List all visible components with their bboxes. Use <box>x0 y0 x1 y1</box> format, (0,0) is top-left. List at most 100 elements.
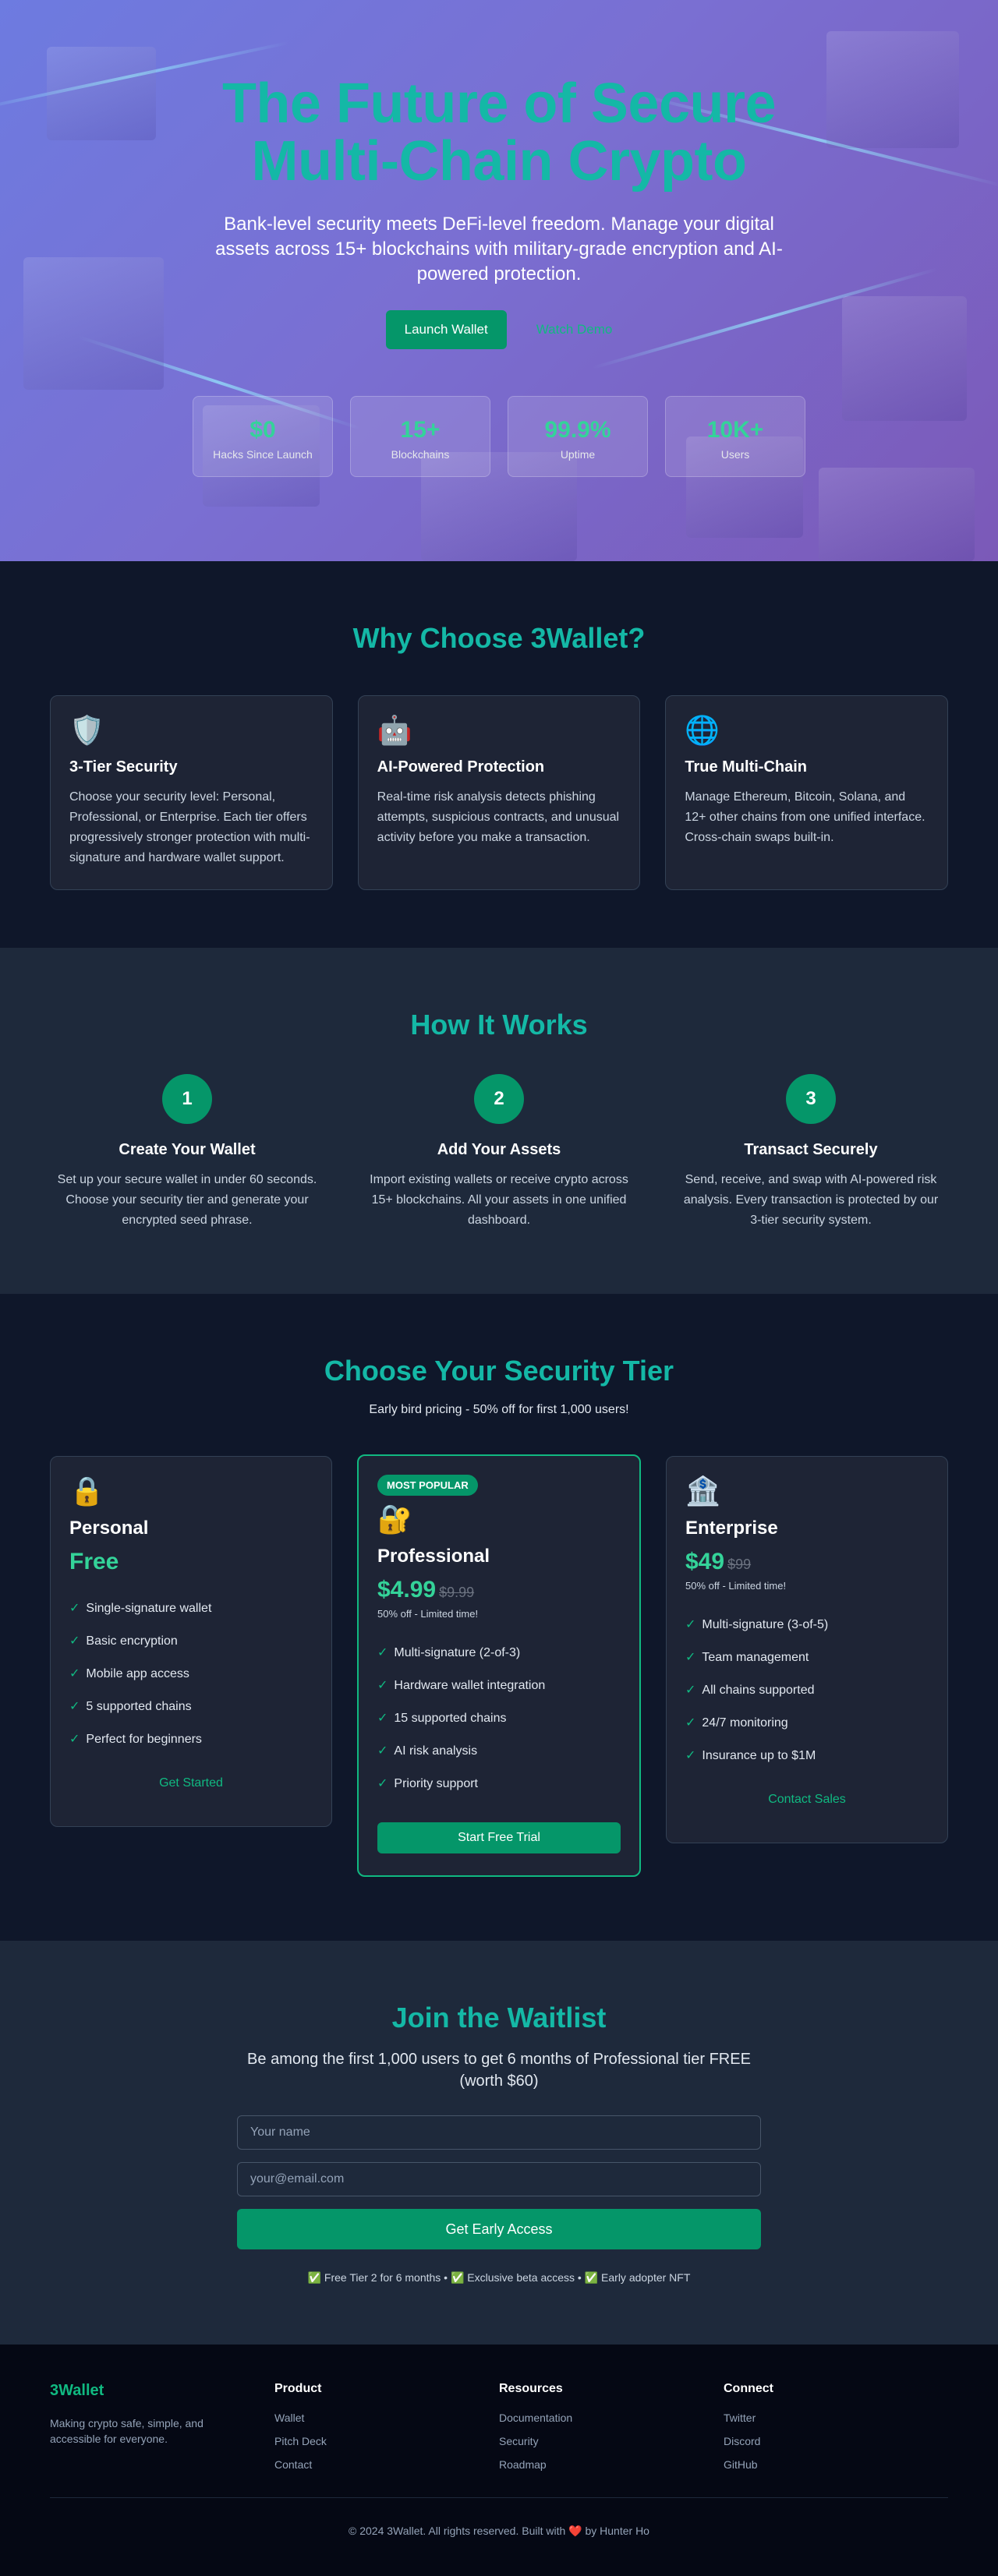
plan-feature: ✓ Team management <box>685 1651 809 1664</box>
watch-demo-link[interactable]: Watch Demo <box>536 322 613 337</box>
check-icon: ✓ <box>377 1777 388 1790</box>
old-price: $99 <box>727 1557 752 1572</box>
lock-icon: 🔒 <box>69 1475 104 1507</box>
feature-title: 3-Tier Security <box>69 758 178 776</box>
email-input[interactable] <box>237 2162 761 2196</box>
plan-card-personal: 🔒 Personal Free ✓ Single-signature wallet… <box>50 1456 332 1827</box>
check-icon: ✓ <box>69 1733 80 1746</box>
plan-discount: 50% off - Limited time! <box>377 1608 479 1620</box>
hero-subtitle: Bank-level security meets DeFi-level fre… <box>215 214 783 284</box>
plan-features: ✓ Single-signature wallet ✓ Basic encrypti… <box>69 1592 313 1756</box>
plan-feature: ✓ Multi-signature (3-of-5) <box>685 1618 829 1631</box>
plan-feature: ✓ Multi-signature (2-of-3) <box>377 1646 521 1659</box>
footer-link-documentation[interactable]: Documentation <box>499 2412 724 2424</box>
step-number: 3 <box>786 1074 836 1124</box>
globe-icon: 🌐 <box>685 714 720 746</box>
stat-value: 15+ <box>400 417 441 443</box>
step-text: Send, receive, and swap with AI-powered … <box>683 1173 939 1227</box>
footer-column-title: Resources <box>499 2382 563 2395</box>
shield-icon: 🛡️ <box>69 714 104 746</box>
contact-sales-link[interactable]: Contact Sales <box>685 1793 929 1807</box>
plan-feature: ✓ Perfect for beginners <box>69 1733 202 1746</box>
plan-price: $49 $99 <box>685 1549 752 1574</box>
bank-icon: 🏦 <box>685 1475 720 1507</box>
plan-feature: ✓ 15 supported chains <box>377 1712 507 1725</box>
footer-link-contact[interactable]: Contact <box>274 2458 499 2471</box>
get-early-access-button[interactable]: Get Early Access <box>237 2209 761 2249</box>
plan-features: ✓ Multi-signature (3-of-5) ✓ Team manageme… <box>685 1609 929 1772</box>
footer-column-resources: Resources Documentation Security Roadmap <box>499 2382 724 2471</box>
stat-label: Blockchains <box>391 448 450 461</box>
robot-icon: 🤖 <box>377 714 412 746</box>
plan-discount: 50% off - Limited time! <box>685 1580 787 1592</box>
get-started-link[interactable]: Get Started <box>69 1776 313 1790</box>
footer-logo[interactable]: 3Wallet <box>50 2382 274 2400</box>
waitlist-section: Join the Waitlist Be among the first 1,0… <box>0 1941 998 2345</box>
stat-card: $0 Hacks Since Launch <box>193 396 333 477</box>
check-icon: ✓ <box>685 1749 696 1762</box>
how-title: How It Works <box>410 1009 588 1041</box>
hero-section: The Future of Secure Multi-Chain Crypto B… <box>0 0 998 561</box>
stat-card: 99.9% Uptime <box>508 396 648 477</box>
step: 1 Create Your Wallet Set up your secure … <box>31 1074 343 1231</box>
step-number: 1 <box>162 1074 212 1124</box>
footer-column-connect: Connect Twitter Discord GitHub <box>724 2382 948 2471</box>
waitlist-lead: Be among the first 1,000 users to get 6 … <box>247 2051 751 2090</box>
pricing-note: Early bird pricing - 50% off for first 1… <box>369 1403 629 1416</box>
stats-row: $0 Hacks Since Launch 15+ Blockchains 99… <box>0 396 998 477</box>
check-icon: ✓ <box>377 1646 388 1659</box>
why-section: Why Choose 3Wallet? 🛡️ 3-Tier Security C… <box>0 561 998 948</box>
launch-wallet-button[interactable]: Launch Wallet <box>385 310 507 349</box>
step: 3 Transact Securely Send, receive, and s… <box>655 1074 967 1231</box>
feature-text: Choose your security level: Personal, Pr… <box>69 790 310 864</box>
step-number: 2 <box>474 1074 524 1124</box>
feature-title: True Multi-Chain <box>685 758 808 776</box>
check-icon: ✓ <box>69 1700 80 1713</box>
footer: 3Wallet Making crypto safe, simple, and … <box>0 2345 998 2576</box>
plan-feature: ✓ 24/7 monitoring <box>685 1716 788 1730</box>
name-input[interactable] <box>237 2115 761 2150</box>
waitlist-perks: ✅ Free Tier 2 for 6 months • ✅ Exclusive… <box>307 2271 691 2284</box>
most-popular-badge: MOST POPULAR <box>377 1475 478 1496</box>
plan-feature: ✓ All chains supported <box>685 1684 815 1697</box>
footer-link-security[interactable]: Security <box>499 2435 724 2447</box>
step-text: Set up your secure wallet in under 60 se… <box>57 1173 317 1227</box>
footer-link-github[interactable]: GitHub <box>724 2458 948 2471</box>
lock-key-icon: 🔐 <box>377 1503 412 1535</box>
feature-card: 🌐 True Multi-Chain Manage Ethereum, Bitc… <box>665 695 949 890</box>
plan-features: ✓ Multi-signature (2-of-3) ✓ Hardware wall… <box>377 1637 621 1800</box>
pricing-section: Choose Your Security Tier Early bird pri… <box>0 1294 998 1941</box>
stat-label: Uptime <box>560 448 596 461</box>
footer-column-product: Product Wallet Pitch Deck Contact <box>274 2382 499 2471</box>
how-it-works-section: How It Works 1 Create Your Wallet Set up… <box>0 948 998 1294</box>
why-title: Why Choose 3Wallet? <box>352 622 646 654</box>
check-icon: ✓ <box>685 1651 696 1664</box>
footer-link-wallet[interactable]: Wallet <box>274 2412 499 2424</box>
check-icon: ✓ <box>377 1679 388 1692</box>
waitlist-form: Get Early Access <box>237 2115 761 2249</box>
old-price: $9.99 <box>439 1585 475 1600</box>
footer-link-roadmap[interactable]: Roadmap <box>499 2458 724 2471</box>
start-free-trial-button[interactable]: Start Free Trial <box>377 1822 621 1853</box>
check-icon: ✓ <box>69 1602 80 1615</box>
check-icon: ✓ <box>685 1618 696 1631</box>
plan-feature: ✓ Insurance up to $1M <box>685 1749 816 1762</box>
heart-icon: ❤️ <box>568 2525 582 2537</box>
step: 2 Add Your Assets Import existing wallet… <box>343 1074 655 1231</box>
plan-feature: ✓ Hardware wallet integration <box>377 1679 546 1692</box>
footer-link-discord[interactable]: Discord <box>724 2435 948 2447</box>
check-icon: ✓ <box>685 1684 696 1697</box>
feature-text: Real-time risk analysis detects phishing… <box>377 790 620 844</box>
footer-link-pitch-deck[interactable]: Pitch Deck <box>274 2435 499 2447</box>
footer-column-title: Connect <box>724 2382 773 2395</box>
plan-feature: ✓ 5 supported chains <box>69 1700 192 1713</box>
plan-feature: ✓ AI risk analysis <box>377 1744 478 1758</box>
check-icon: ✓ <box>377 1744 388 1758</box>
plan-price: $4.99 $9.99 <box>377 1577 475 1602</box>
footer-link-twitter[interactable]: Twitter <box>724 2412 948 2424</box>
stat-value: 99.9% <box>544 417 611 443</box>
check-icon: ✓ <box>69 1634 80 1648</box>
plan-feature: ✓ Single-signature wallet <box>69 1602 212 1615</box>
stat-label: Hacks Since Launch <box>213 448 313 461</box>
waitlist-title: Join the Waitlist <box>391 2002 607 2034</box>
